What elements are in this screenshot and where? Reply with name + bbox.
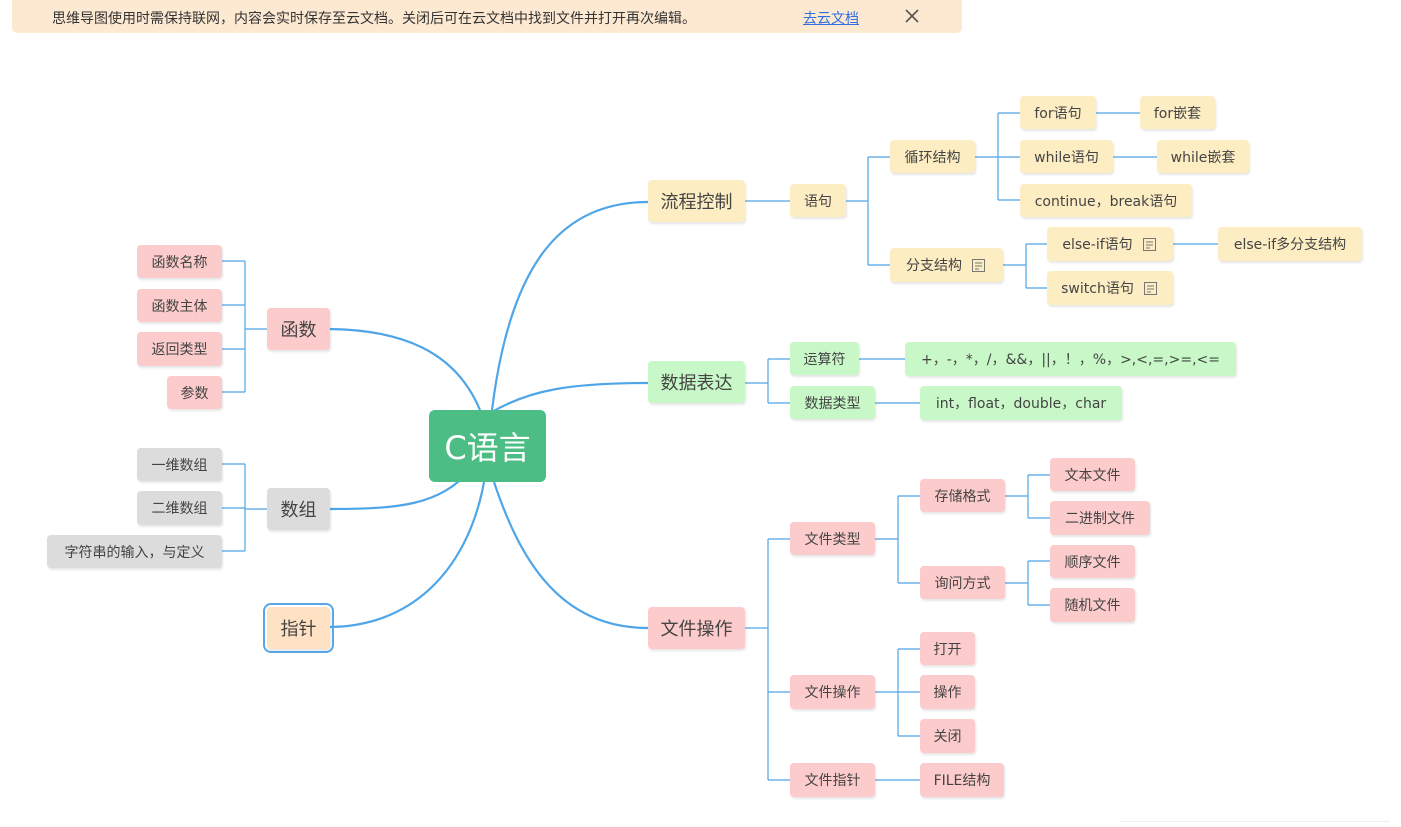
file-operations-node[interactable]: 文件操作: [648, 607, 745, 649]
close-node[interactable]: 关闭: [920, 719, 975, 753]
file-pointer-node[interactable]: 文件指针: [790, 763, 875, 797]
data-types-node[interactable]: 数据类型: [790, 386, 875, 419]
while-statement-node[interactable]: while语句: [1020, 140, 1113, 173]
type-list-node[interactable]: int，float，double，char: [920, 386, 1122, 420]
note-icon[interactable]: [970, 257, 987, 274]
for-nesting-node[interactable]: for嵌套: [1140, 96, 1215, 129]
binary-file-node[interactable]: 二进制文件: [1050, 501, 1150, 535]
data-expression-node[interactable]: 数据表达: [648, 361, 745, 403]
operators-node[interactable]: 运算符: [790, 342, 859, 375]
while-nesting-node[interactable]: while嵌套: [1157, 140, 1249, 173]
random-file-node[interactable]: 随机文件: [1050, 588, 1135, 622]
file-ops-node[interactable]: 文件操作: [790, 675, 875, 709]
branch-structure-node[interactable]: 分支结构: [890, 248, 1003, 282]
two-dim-array-node[interactable]: 二维数组: [137, 491, 222, 525]
file-struct-node[interactable]: FILE结构: [920, 763, 1004, 797]
statement-node[interactable]: 语句: [790, 184, 846, 217]
for-statement-node[interactable]: for语句: [1020, 96, 1096, 129]
function-name-node[interactable]: 函数名称: [137, 245, 222, 278]
sequential-file-node[interactable]: 顺序文件: [1050, 545, 1135, 578]
text-file-node[interactable]: 文本文件: [1050, 458, 1135, 491]
return-type-node[interactable]: 返回类型: [137, 332, 222, 366]
loop-structure-node[interactable]: 循环结构: [890, 140, 975, 173]
flow-control-node[interactable]: 流程控制: [648, 180, 745, 222]
array-node[interactable]: 数组: [267, 488, 330, 530]
branch-structure-label: 分支结构: [906, 258, 962, 274]
switch-statement-label: switch语句: [1061, 281, 1134, 297]
operator-list-node[interactable]: +，-，*，/，&&，||，！，%，>,<,=,>=,<=: [905, 342, 1236, 376]
canvas-edge-divider: [1120, 821, 1390, 822]
operate-node[interactable]: 操作: [920, 675, 975, 709]
root-node[interactable]: C语言: [429, 410, 546, 482]
file-type-node[interactable]: 文件类型: [790, 522, 875, 555]
one-dim-array-node[interactable]: 一维数组: [137, 448, 222, 481]
continue-break-node[interactable]: continue，break语句: [1020, 184, 1192, 217]
open-node[interactable]: 打开: [920, 632, 975, 665]
switch-statement-node[interactable]: switch语句: [1047, 271, 1173, 305]
parameters-node[interactable]: 参数: [167, 376, 222, 409]
else-if-statement-node[interactable]: else-if语句: [1047, 227, 1173, 261]
access-mode-node[interactable]: 询问方式: [920, 566, 1005, 599]
function-body-node[interactable]: 函数主体: [137, 289, 222, 322]
note-icon[interactable]: [1142, 280, 1159, 297]
else-if-multi-branch-node[interactable]: else-if多分支结构: [1218, 227, 1362, 261]
note-icon[interactable]: [1141, 236, 1158, 253]
string-input-definition-node[interactable]: 字符串的输入，与定义: [47, 535, 222, 568]
storage-format-node[interactable]: 存储格式: [920, 479, 1005, 512]
else-if-statement-label: else-if语句: [1062, 237, 1133, 253]
function-node[interactable]: 函数: [267, 308, 330, 350]
pointer-node[interactable]: 指针: [263, 603, 334, 653]
